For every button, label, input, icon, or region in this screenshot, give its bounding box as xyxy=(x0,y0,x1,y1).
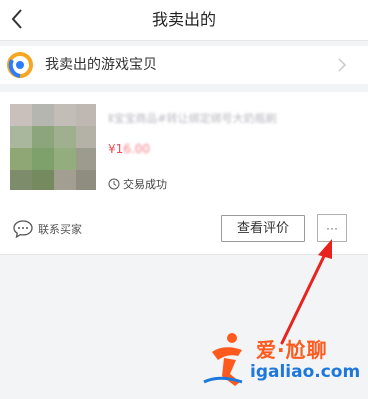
contact-buyer-button[interactable]: 联系买家 xyxy=(12,219,82,239)
price-blurred-digits: 6.00 xyxy=(123,142,150,156)
chat-bubble-icon xyxy=(13,220,33,239)
shop-row[interactable]: 我卖出的游戏宝贝 xyxy=(0,46,368,84)
more-options-button[interactable]: ··· xyxy=(317,214,347,242)
watermark-domain: igaliao.com xyxy=(250,362,361,382)
order-status: 交易成功 xyxy=(108,176,167,192)
price-prefix: ¥1 xyxy=(108,142,124,156)
card-divider xyxy=(0,254,368,255)
navigation-bar: 我卖出的 xyxy=(0,0,368,40)
header-divider xyxy=(0,40,368,41)
order-status-text: 交易成功 xyxy=(123,178,167,191)
contact-buyer-label: 联系买家 xyxy=(38,223,82,236)
product-thumbnail[interactable] xyxy=(10,104,96,190)
order-card: Ⅱ宝宝商品#转让绑定绑号大奶瓶刷 ¥16.00 交易成功 联系买家 查看评价 ·… xyxy=(0,92,368,254)
chevron-right-icon xyxy=(338,58,347,72)
clock-icon xyxy=(108,178,120,190)
shop-row-label: 我卖出的游戏宝贝 xyxy=(45,57,157,73)
watermark-name: 爱·尬聊 xyxy=(256,338,328,362)
product-title[interactable]: Ⅱ宝宝商品#转让绑定绑号大奶瓶刷 xyxy=(108,110,356,126)
page-title: 我卖出的 xyxy=(151,10,216,29)
view-review-button[interactable]: 查看评价 xyxy=(221,215,305,242)
game-shop-logo-icon xyxy=(7,52,33,78)
product-price: ¥16.00 xyxy=(108,142,150,156)
